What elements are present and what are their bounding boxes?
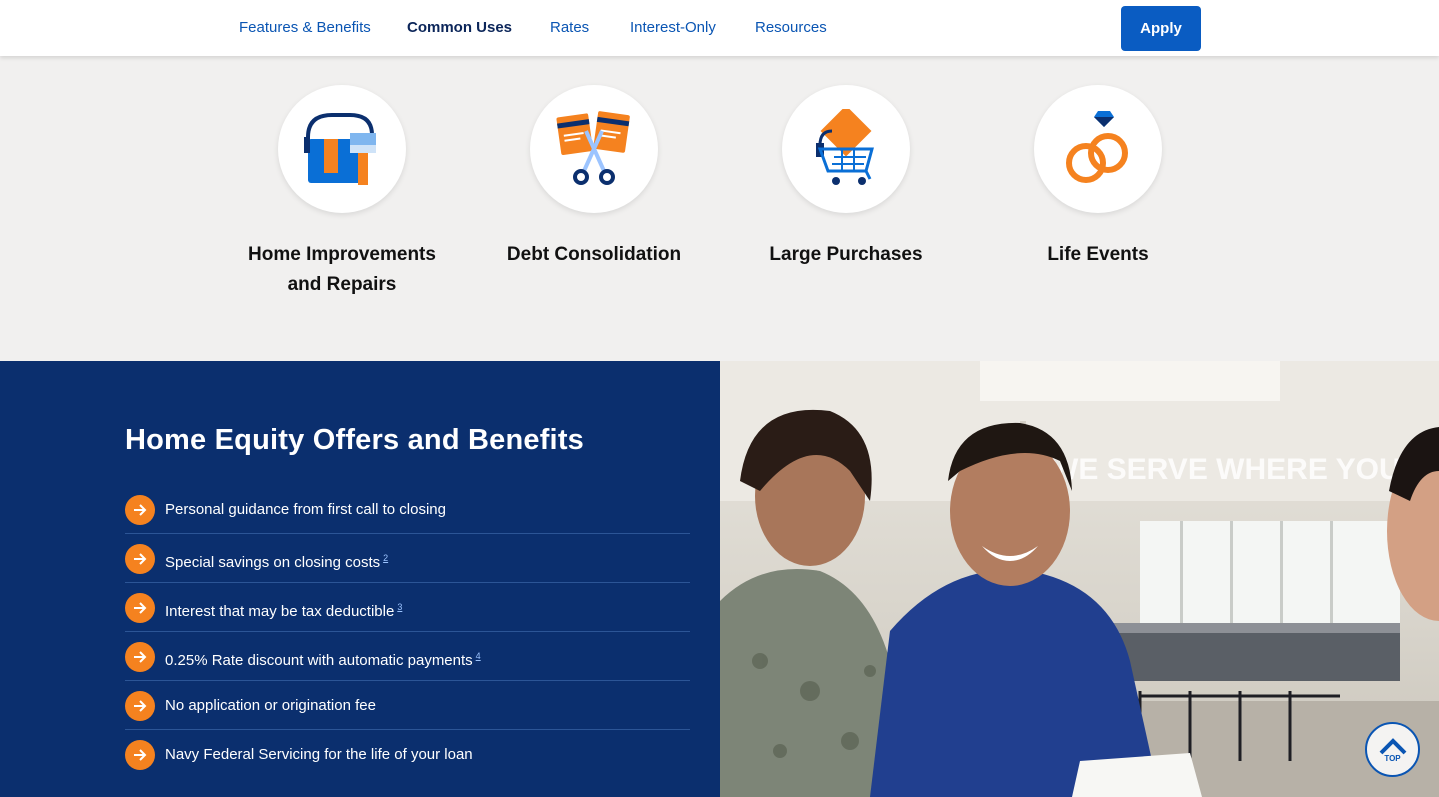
use-large-purchases[interactable]: Large Purchases (720, 85, 972, 270)
offers-section: Home Equity Offers and Benefits Personal… (0, 361, 720, 797)
use-home-improvements[interactable]: Home Improvements and Repairs (216, 85, 468, 300)
use-label-line2: and Repairs (287, 274, 397, 295)
benefit-text: Special savings on closing costs 2 (165, 550, 388, 571)
benefit-text: Interest that may be tax deductible 3 (165, 599, 402, 620)
footnote-link[interactable]: 2 (383, 553, 388, 563)
cut-cards-icon (556, 111, 630, 185)
benefit-item: 0.25% Rate discount with automatic payme… (125, 632, 690, 681)
benefit-text: 0.25% Rate discount with automatic payme… (165, 648, 481, 669)
benefit-label: No application or origination fee (165, 697, 376, 714)
paint-bucket-icon (304, 113, 376, 185)
use-icon-circle (278, 85, 406, 213)
benefits-list: Personal guidance from first call to clo… (125, 485, 690, 779)
back-to-top-button[interactable]: TOP (1365, 722, 1420, 777)
back-to-top-label: TOP (1384, 754, 1401, 763)
arrow-right-icon (125, 495, 155, 525)
use-label: Life Events (972, 240, 1224, 270)
arrow-right-icon (125, 593, 155, 623)
use-life-events[interactable]: Life Events (972, 85, 1224, 270)
wall-lettering: WE SERVE WHERE YOU SERVE (1050, 453, 1439, 486)
branch-photo-illustration: WE SERVE WHERE YOU SERVE (720, 361, 1439, 797)
nav-link-features-benefits[interactable]: Features & Benefits (239, 19, 371, 36)
shopping-cart-icon (816, 109, 874, 185)
benefit-text: No application or origination fee (165, 697, 376, 714)
use-label-line1: Debt Consolidation (506, 244, 682, 265)
use-label-line1: Life Events (1047, 244, 1149, 265)
arrow-right-icon (125, 642, 155, 672)
benefit-item: Interest that may be tax deductible 3 (125, 583, 690, 632)
use-debt-consolidation[interactable]: Debt Consolidation (468, 85, 720, 270)
footnote-link[interactable]: 4 (476, 651, 481, 661)
wedding-rings-icon (1066, 111, 1128, 183)
offers-title: Home Equity Offers and Benefits (125, 424, 584, 456)
benefit-item: Personal guidance from first call to clo… (125, 485, 690, 534)
benefit-label: Interest that may be tax deductible (165, 603, 395, 620)
apply-button[interactable]: Apply (1121, 6, 1201, 51)
benefit-text: Navy Federal Servicing for the life of y… (165, 746, 473, 763)
use-icon-circle (1034, 85, 1162, 213)
nav-link-resources[interactable]: Resources (755, 19, 827, 36)
arrow-right-icon (125, 544, 155, 574)
top-navigation: Features & Benefits Common Uses Rates In… (0, 0, 1439, 56)
benefit-item: Special savings on closing costs 2 (125, 534, 690, 583)
branch-photo: WE SERVE WHERE YOU SERVE (720, 361, 1439, 797)
use-label: Large Purchases (720, 240, 972, 270)
arrow-right-icon (125, 691, 155, 721)
use-label: Home Improvements and Repairs (216, 240, 468, 300)
use-icon-circle (530, 85, 658, 213)
benefit-item: No application or origination fee (125, 681, 690, 730)
nav-link-common-uses[interactable]: Common Uses (407, 19, 512, 36)
benefit-item: Navy Federal Servicing for the life of y… (125, 730, 690, 779)
benefit-label: Navy Federal Servicing for the life of y… (165, 746, 473, 763)
use-icon-circle (782, 85, 910, 213)
footnote-link[interactable]: 3 (397, 602, 402, 612)
benefit-label: Personal guidance from first call to clo… (165, 501, 446, 518)
common-uses-section: Home Improvements and Repairs Debt Conso… (0, 56, 1439, 361)
benefit-label: Special savings on closing costs (165, 554, 381, 571)
use-label: Debt Consolidation (468, 240, 720, 270)
benefit-text: Personal guidance from first call to clo… (165, 501, 446, 518)
use-label-line1: Large Purchases (769, 244, 923, 265)
use-label-line1: Home Improvements (248, 244, 436, 265)
nav-link-rates[interactable]: Rates (550, 19, 589, 36)
chevron-up-icon (1379, 738, 1406, 755)
benefit-label: 0.25% Rate discount with automatic payme… (165, 652, 473, 669)
arrow-right-icon (125, 740, 155, 770)
nav-link-interest-only[interactable]: Interest-Only (630, 19, 716, 36)
